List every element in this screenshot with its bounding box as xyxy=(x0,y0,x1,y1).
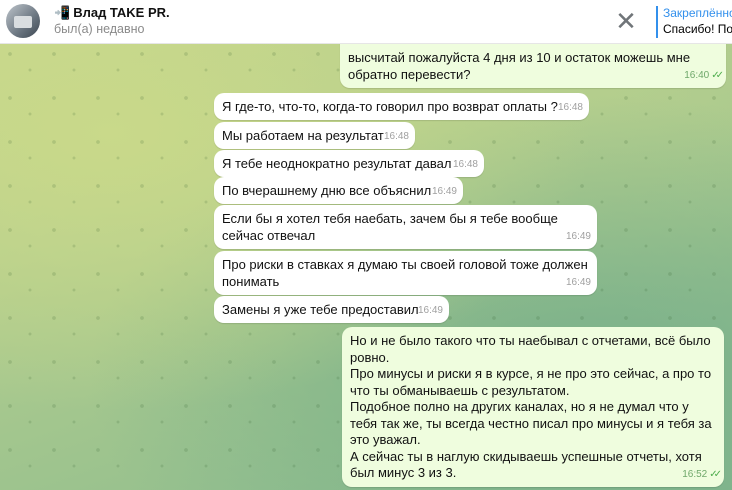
message-in[interactable]: Замены я уже тебе предоставил 16:49 xyxy=(214,296,449,323)
message-text: Я где-то, что-то, когда-то говорил про в… xyxy=(222,99,558,114)
mobile-phone-icon: 📲 xyxy=(54,5,71,20)
pinned-text: Спасибо! Под xyxy=(663,22,732,36)
message-text: Мы работаем на результат xyxy=(222,128,384,143)
message-text: По вчерашнему дню все объяснил xyxy=(222,183,432,198)
chat-title[interactable]: 📲 Влад TAKE PR. xyxy=(54,5,170,21)
double-check-icon: ✓✓ xyxy=(709,468,722,480)
chat-title-text: Влад TAKE PR. xyxy=(73,5,170,20)
message-time: 16:49 xyxy=(565,230,591,242)
message-time: 16:49 xyxy=(565,276,591,288)
message-text: Но и не было такого что ты наебывал с от… xyxy=(350,333,712,480)
message-text: высчитай пожалуйста 4 дня из 10 и остато… xyxy=(348,50,691,82)
chat-status: был(а) недавно xyxy=(54,22,145,36)
message-in[interactable]: Мы работаем на результат 16:48 xyxy=(214,122,415,149)
double-check-icon: ✓✓ xyxy=(711,69,724,81)
message-time: 16:48 xyxy=(383,130,409,142)
message-out[interactable]: высчитай пожалуйста 4 дня из 10 и остато… xyxy=(340,44,726,88)
message-time: 16:52 ✓✓ xyxy=(682,468,722,480)
message-in[interactable]: По вчерашнему дню все объяснил 16:49 xyxy=(214,177,463,204)
message-in[interactable]: Я где-то, что-то, когда-то говорил про в… xyxy=(214,93,589,120)
avatar[interactable] xyxy=(6,4,40,38)
message-time: 16:49 xyxy=(417,304,443,316)
pinned-message[interactable]: Закреплённо Спасибо! Под xyxy=(656,6,732,38)
message-time: 16:48 xyxy=(557,101,583,113)
message-time: 16:49 xyxy=(431,185,457,197)
chat-header: 📲 Влад TAKE PR. был(а) недавно ✕ Закреплё… xyxy=(0,0,732,44)
message-text: Если бы я хотел тебя наебать, зачем бы я… xyxy=(222,211,558,243)
close-icon[interactable]: ✕ xyxy=(612,8,640,36)
message-in[interactable]: Про риски в ставках я думаю ты своей гол… xyxy=(214,251,597,295)
message-in[interactable]: Я тебе неоднократно результат давал 16:4… xyxy=(214,150,484,177)
message-time: 16:40 ✓✓ xyxy=(684,69,724,81)
message-out[interactable]: Но и не было такого что ты наебывал с от… xyxy=(342,327,724,487)
message-in[interactable]: Если бы я хотел тебя наебать, зачем бы я… xyxy=(214,205,597,249)
message-text: Замены я уже тебе предоставил xyxy=(222,302,419,317)
chat-area[interactable]: высчитай пожалуйста 4 дня из 10 и остато… xyxy=(0,44,732,490)
message-time: 16:48 xyxy=(452,158,478,170)
message-text: Про риски в ставках я думаю ты своей гол… xyxy=(222,257,588,289)
pinned-title: Закреплённо xyxy=(663,6,732,20)
message-text: Я тебе неоднократно результат давал xyxy=(222,156,452,171)
